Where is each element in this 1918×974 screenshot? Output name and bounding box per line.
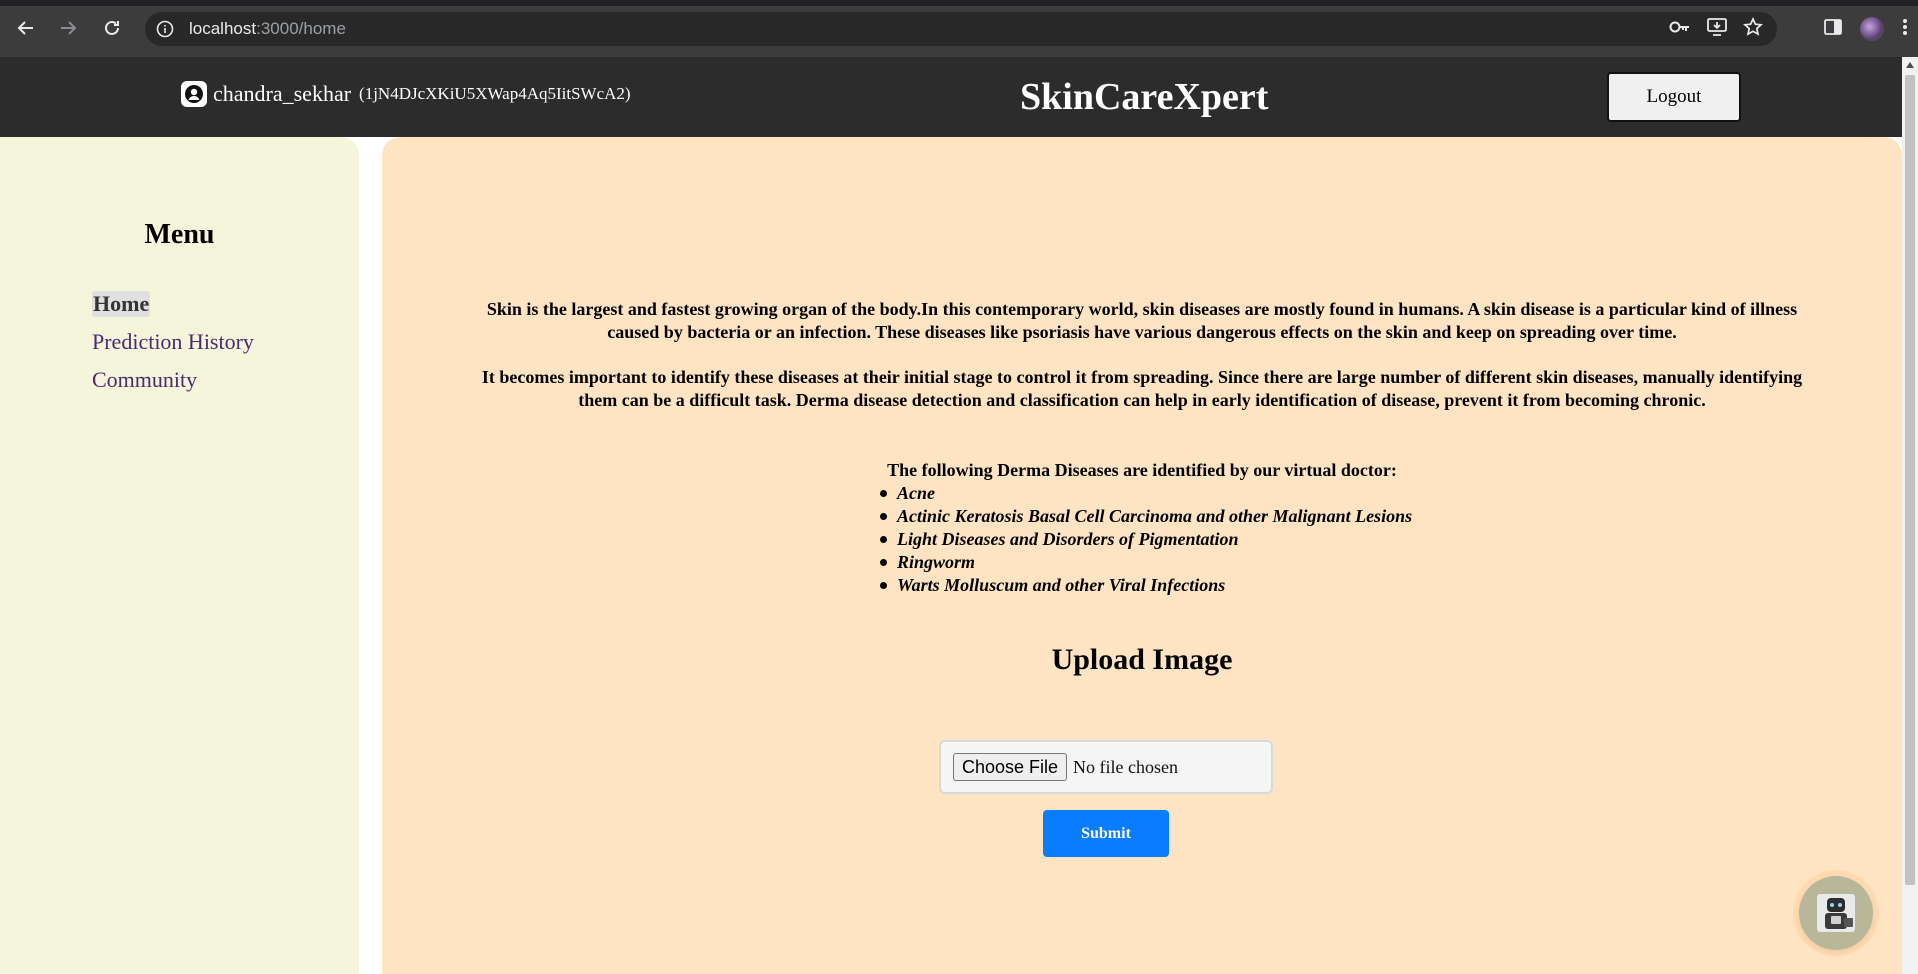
browser-right-controls [1824,12,1908,46]
url-text[interactable]: localhost:3000/home [189,19,346,39]
list-item: Actinic Keratosis Basal Cell Carcinoma a… [879,506,1413,526]
menu-list: Home Prediction History Community [92,291,254,405]
url-path: :3000/home [256,19,346,38]
user-avatar-icon [181,81,207,107]
upload-title: Upload Image [1051,643,1233,676]
menu-title: Menu [144,219,215,250]
sidebar-item-prediction-history[interactable]: Prediction History [92,329,254,355]
brand-title: SkinCareXpert [1020,76,1269,118]
file-status-text: No file chosen [1073,756,1179,777]
file-input[interactable]: Choose File No file chosen [939,740,1273,794]
browser-menu-icon[interactable] [1902,18,1908,41]
list-item: Light Diseases and Disorders of Pigmenta… [879,528,1412,551]
side-panel-icon[interactable] [1824,18,1842,41]
logout-button[interactable]: Logout [1607,72,1741,122]
bookmark-star-icon[interactable] [1743,16,1763,42]
browser-toolbar: localhost:3000/home [0,0,1918,57]
url-host: localhost [189,19,257,38]
app-header: chandra_sekhar (1jN4DJcXKiU5XWap4Aq5IitS… [0,57,1918,137]
submit-button[interactable]: Submit [1043,810,1169,857]
scrollbar-thumb[interactable] [1905,75,1915,885]
forward-icon[interactable] [54,14,82,42]
intro-text: Skin is the largest and fastest growing … [382,298,1902,434]
choose-file-button[interactable]: Choose File [953,753,1068,781]
username: chandra_sekhar [213,81,352,106]
diseases-heading: The following Derma Diseases are identif… [887,460,1397,480]
password-key-icon[interactable] [1669,20,1691,39]
sidebar: Menu Home Prediction History Community [0,137,359,974]
list-item: Acne [879,482,1412,505]
scroll-up-icon[interactable] [1906,62,1914,68]
user-id: (1jN4DJcXKiU5XWap4Aq5IitSWcA2) [359,84,631,103]
main-content: Skin is the largest and fastest growing … [382,137,1902,974]
chatbot-button[interactable] [1799,876,1873,950]
disease-section: The following Derma Diseases are identif… [382,459,1902,595]
tab-strip [0,0,1918,6]
list-item: Warts Molluscum and other Viral Infectio… [879,574,1412,597]
page-scrollbar[interactable] [1902,57,1918,974]
list-item: Ringworm [879,551,1412,574]
disease-list: Acne Actinic Keratosis Basal Cell Carcin… [879,482,1413,597]
profile-avatar-icon[interactable] [1860,17,1884,41]
site-info-icon[interactable] [155,19,175,39]
intro-paragraph-2: It becomes important to identify these d… [481,367,1803,410]
address-bar[interactable]: localhost:3000/home [145,12,1777,46]
intro-paragraph-1: Skin is the largest and fastest growing … [486,299,1798,342]
reload-icon[interactable] [98,14,126,42]
back-icon[interactable] [12,14,40,42]
sidebar-item-home[interactable]: Home [92,291,151,317]
install-app-icon[interactable] [1707,17,1727,41]
sidebar-item-community[interactable]: Community [92,367,197,393]
address-bar-actions [1669,12,1763,46]
user-info: chandra_sekhar (1jN4DJcXKiU5XWap4Aq5IitS… [181,81,631,107]
robot-doctor-icon [1817,894,1855,932]
